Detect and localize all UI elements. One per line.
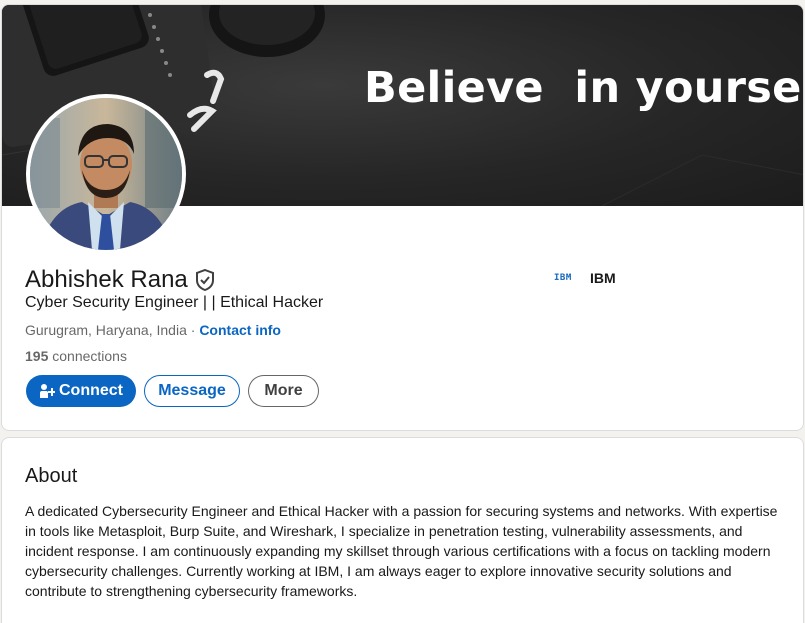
avatar[interactable] <box>26 94 186 254</box>
connections-label: connections <box>48 348 127 364</box>
profile-name: Abhishek Rana <box>25 266 188 293</box>
connect-button[interactable]: Connect <box>26 375 136 407</box>
connections-count[interactable]: 195 connections <box>25 348 127 364</box>
connect-label: Connect <box>59 382 123 399</box>
company-name: IBM <box>590 270 616 286</box>
profile-actions: Connect Message More <box>26 375 319 407</box>
about-title: About <box>25 465 78 487</box>
name-row: Abhishek Rana <box>25 266 215 294</box>
more-button[interactable]: More <box>248 375 319 407</box>
message-button[interactable]: Message <box>144 375 240 407</box>
about-card: About A dedicated Cybersecurity Engineer… <box>1 437 804 623</box>
add-person-icon <box>39 383 56 399</box>
location-separator: · <box>186 322 200 338</box>
profile-location: Gurugram, Haryana, India <box>25 322 187 338</box>
about-text: A dedicated Cybersecurity Engineer and E… <box>25 503 778 599</box>
connections-number: 195 <box>25 348 49 364</box>
current-company[interactable]: IBM IBM <box>554 270 616 286</box>
ibm-logo: IBM <box>554 272 578 284</box>
shield-check-icon[interactable] <box>195 268 215 292</box>
profile-card: Believe in yourself Abhishek Rana Cyber … <box>1 4 804 431</box>
contact-info-link[interactable]: Contact info <box>199 322 281 338</box>
banner-slogan: Believe in yourself <box>364 63 804 113</box>
profile-headline: Cyber Security Engineer | | Ethical Hack… <box>25 294 324 311</box>
profile-photo <box>30 98 182 250</box>
location-row: Gurugram, Haryana, India · Contact info <box>25 322 281 338</box>
